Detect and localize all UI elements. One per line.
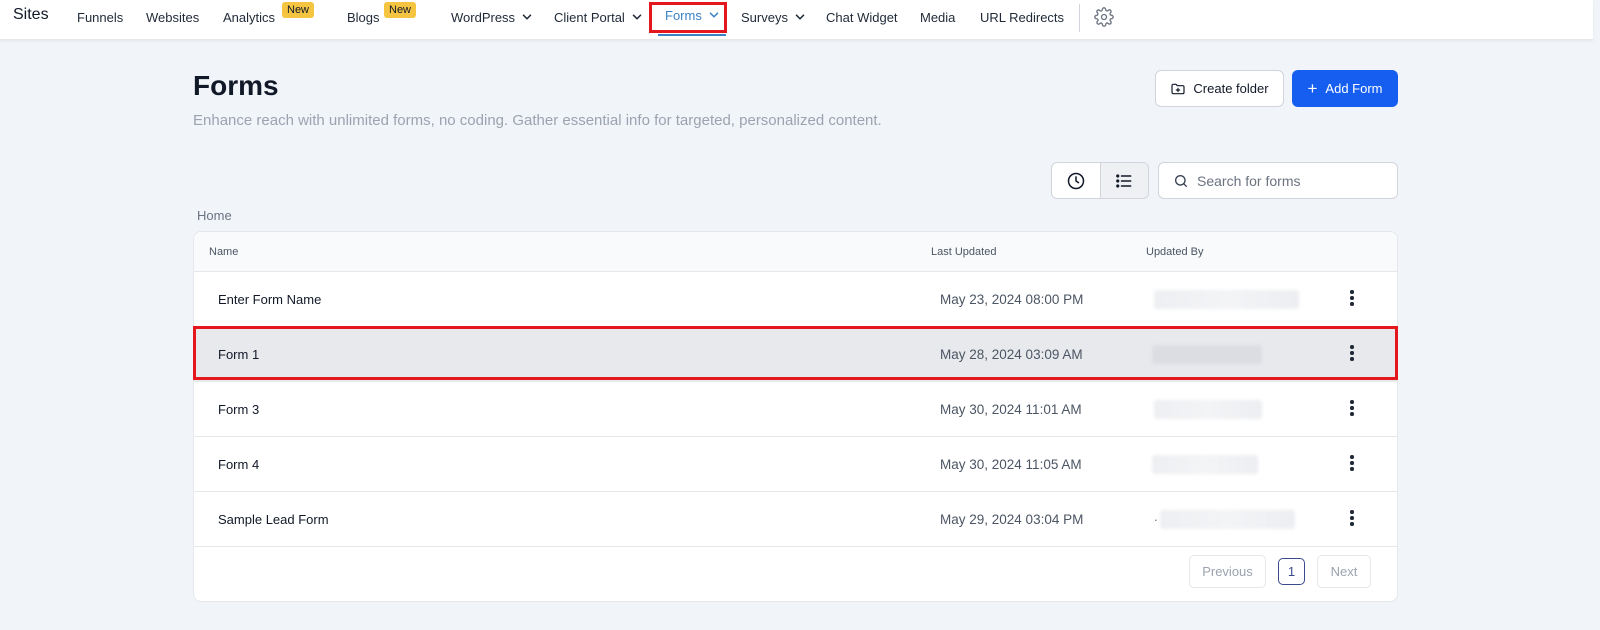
nav-item-surveys[interactable]: Surveys (741, 0, 807, 34)
page-subtitle: Enhance reach with unlimited forms, no c… (193, 112, 882, 129)
nav-item-client-portal[interactable]: Client Portal (554, 0, 644, 34)
nav-item-blogs[interactable]: Blogs (347, 0, 380, 34)
table-header: Name Last Updated Updated By (194, 232, 1397, 272)
add-form-label: Add Form (1325, 81, 1383, 96)
gear-icon[interactable] (1094, 7, 1114, 27)
folder-plus-icon (1171, 83, 1186, 94)
table-row[interactable]: Form 4 May 30, 2024 11:05 AM (194, 437, 1397, 492)
nav-divider (1079, 4, 1080, 32)
create-folder-label: Create folder (1193, 81, 1269, 96)
form-name[interactable]: Enter Form Name (218, 292, 321, 307)
more-options-icon[interactable] (1342, 507, 1362, 529)
last-updated: May 23, 2024 08:00 PM (940, 292, 1084, 307)
nav-item-chat-widget[interactable]: Chat Widget (826, 0, 898, 34)
view-toggle (1051, 162, 1149, 199)
column-header-last-updated: Last Updated (931, 246, 997, 258)
clock-icon (1067, 172, 1085, 189)
previous-page-button[interactable]: Previous (1189, 555, 1266, 588)
page-title: Forms (193, 70, 279, 101)
table-row[interactable]: Enter Form Name May 23, 2024 08:00 PM (194, 272, 1397, 327)
nav-item-analytics[interactable]: Analytics (223, 0, 275, 34)
nav-item-websites[interactable]: Websites (146, 0, 199, 34)
next-page-button[interactable]: Next (1317, 555, 1371, 588)
forms-highlight-box (649, 2, 727, 33)
updated-by-redacted (1160, 510, 1295, 529)
form-name[interactable]: Form 3 (218, 402, 259, 417)
form-name[interactable]: Form 4 (218, 457, 259, 472)
new-badge: New (384, 2, 417, 18)
nav-item-url-redirects[interactable]: URL Redirects (980, 0, 1064, 34)
column-header-name: Name (209, 246, 239, 258)
updated-by-redacted (1154, 400, 1262, 419)
selected-row-highlight-box (193, 326, 1398, 380)
nav-item-wordpress[interactable]: WordPress (451, 0, 534, 34)
more-options-icon[interactable] (1342, 287, 1362, 309)
column-header-updated-by: Updated By (1146, 246, 1204, 258)
active-tab-indicator (658, 34, 726, 36)
table-row[interactable]: Form 3 May 30, 2024 11:01 AM (194, 382, 1397, 437)
more-options-icon[interactable] (1342, 397, 1362, 419)
chevron-down-icon (522, 14, 532, 20)
updated-by-redacted (1154, 290, 1299, 309)
list-icon (1116, 173, 1132, 188)
nav-item-funnels[interactable]: Funnels (77, 0, 123, 34)
forms-table: Name Last Updated Updated By Enter Form … (193, 231, 1398, 602)
app-brand: Sites (13, 6, 49, 23)
search-box (1158, 162, 1398, 199)
create-folder-button[interactable]: Create folder (1155, 70, 1284, 107)
chevron-down-icon (632, 14, 642, 20)
more-options-icon[interactable] (1342, 452, 1362, 474)
list-view-button[interactable] (1099, 163, 1148, 198)
page-number-current[interactable]: 1 (1278, 558, 1305, 585)
recent-view-button[interactable] (1052, 163, 1100, 198)
chevron-down-icon (795, 14, 805, 20)
last-updated: May 30, 2024 11:05 AM (940, 457, 1082, 472)
last-updated: May 30, 2024 11:01 AM (940, 402, 1082, 417)
plus-icon: + (1307, 79, 1318, 98)
nav-item-media[interactable]: Media (920, 0, 955, 34)
new-badge: New (282, 2, 315, 18)
add-form-button[interactable]: + Add Form (1292, 70, 1398, 107)
search-icon (1175, 174, 1187, 187)
breadcrumb[interactable]: Home (197, 208, 232, 223)
updated-by-value: . (1154, 509, 1158, 524)
table-row[interactable]: Sample Lead Form May 29, 2024 03:04 PM . (194, 492, 1397, 547)
updated-by-redacted (1152, 455, 1258, 474)
search-input[interactable] (1197, 172, 1387, 189)
form-name[interactable]: Sample Lead Form (218, 512, 329, 527)
last-updated: May 29, 2024 03:04 PM (940, 512, 1084, 527)
top-navigation: Sites Funnels Websites Analytics New Blo… (0, 0, 1593, 40)
